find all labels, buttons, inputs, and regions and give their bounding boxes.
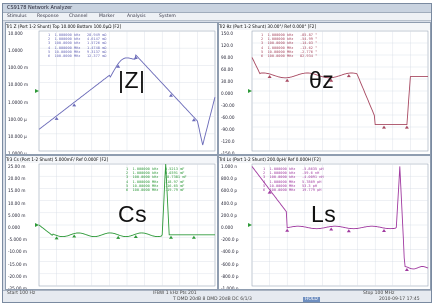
ls-marker-table: 1 1.000000 kHz -5.8635 μH 2 1.000000 kHz … [263,167,324,192]
y-tick-label: 1.0000 [8,48,23,54]
y-tick-label: 30.00 [221,79,233,84]
menu-response[interactable]: Response [37,13,59,20]
ls-trace-header[interactable]: Tr4 Ls (Port 1-2 Shunt) 200.0pH/ Ref 0.0… [219,156,430,163]
y-tick-label: 25.00 m [8,164,26,169]
theta-trace-header[interactable]: Tr2 θz (Port 1-2 Shunt) 30.00°/ Ref 0.00… [219,23,430,30]
reference-arrow [35,89,39,93]
hold-badge: HOLD [303,297,320,302]
marker-readout-row: 3 100.0000 kHz 1.5726 mΩ [48,41,107,46]
theta-panel[interactable]: Tr2 θz (Port 1-2 Shunt) 30.00°/ Ref 0.00… [218,22,431,155]
marker-readout-row: 3 100.0000 kHz -14.03 ° [261,41,318,46]
z-magnitude-panel[interactable]: Tr1 Z (Port 1-2 Shunt) Top 10.000 Bottom… [5,22,218,155]
status-bar: Start 100 Hz IFBW 1 kHz Pts 201 Stop 100… [3,290,431,302]
marker-readout-row: 6 100.0000 MHz -19.79 mF [126,188,185,193]
menu-channel[interactable]: Channel [69,13,87,20]
y-tick-label: 10.000 μ [8,133,27,139]
menu-analysis[interactable]: Analysis [127,13,146,20]
z-marker-table: 1 1.000000 kHz 28.949 mΩ 2 1.000000 kHz 4… [48,33,106,58]
menu-stimulus[interactable]: Stimulus [7,13,27,20]
y-tick-label: 600.0 p [221,188,237,194]
y-tick-label: -400.0 p [221,249,239,255]
ls-header-text: Tr4 Ls (Port 1-2 Shunt) 200.0pH/ Ref 0.0… [219,157,321,162]
y-tick-label: 60.00 [221,67,233,72]
cs-panel[interactable]: Tr3 Cs (Port 1-2 Shunt) 5.000mF/ Ref 0.0… [5,155,218,290]
y-tick-label: -30.00 [221,103,235,108]
y-tick-label: -90.00 [221,127,235,132]
y-tick-label: 150.0 [221,31,233,36]
y-tick-label: 0.000 [221,91,233,96]
y-tick-label: 800.0 p [221,176,237,182]
date-time: 2010-09-17 17:45 [379,297,420,302]
marker-readout-row: 6 100.0000 MHz 12.377 mΩ [48,54,107,59]
z-big-label: |Z| [118,67,146,93]
z-header-text: Tr1 Z (Port 1-2 Shunt) Top 10.000 Bottom… [6,24,122,29]
reference-arrow [248,223,252,227]
menu-bar: Stimulus Response Channel Marker Analysi… [3,13,431,21]
y-tick-label: 100.00 μ [8,116,27,122]
ls-panel[interactable]: Tr4 Ls (Port 1-2 Shunt) 200.0pH/ Ref 0.0… [218,155,431,290]
y-tick-label: 10.00 m [8,200,26,206]
cs-marker-table: 1 1.000000 kHz 5.5213 mF 2 1.000000 kHz 3… [126,167,187,192]
y-tick-label: 90.00 [221,55,233,60]
y-tick-label: 200.0 p [221,212,237,218]
y-tick-label: 400.0 p [221,200,237,206]
title-bar: CS9178 Network Analyzer [3,4,431,13]
cs-big-label: Cs [118,201,148,227]
theta-big-label: θz [309,67,335,93]
y-tick-label: -200.0 p [221,237,239,243]
y-tick-label: -800.0 p [221,273,239,279]
window-title: CS9178 Network Analyzer [7,5,73,11]
marker-readout-row: 6 100.0000 MHz 19.779 pH [263,188,322,193]
y-tick-label: 20.00 m [8,176,26,182]
marker-readout-row: 6 100.0000 MHz 82.934 ° [261,54,318,59]
marker-readout-row: 3 100.0000 kHz -4.0091 nH [263,175,324,180]
y-tick-label: 1.0000 m [8,99,29,105]
y-tick-label: -10.00 m [8,249,27,255]
y-tick-label: 100.00 m [8,65,29,71]
reference-arrow [248,89,252,93]
y-tick-label: -15.00 m [8,261,27,267]
y-tick-label: 120.0 [221,43,233,48]
y-tick-label: 10.000 [8,31,23,36]
menu-marker[interactable]: Marker [99,13,115,20]
reference-arrow [35,223,39,227]
cs-header-text: Tr3 Cs (Port 1-2 Shunt) 5.000mF/ Ref 0.0… [6,157,109,162]
y-tick-label: -20.00 m [8,273,27,279]
y-tick-label: 1.000 n [221,164,237,169]
y-tick-label: 0.000 [8,225,20,230]
menu-system[interactable]: System [159,13,176,20]
y-tick-label: 10.000 m [8,82,29,88]
cs-trace-header[interactable]: Tr3 Cs (Port 1-2 Shunt) 5.000mF/ Ref 0.0… [6,156,217,163]
marker-readout-row: 3 100.0000 kHz -8.7381 mF [126,175,187,180]
y-tick-label: 5.000 m [8,212,26,218]
analyzer-window: CS9178 Network Analyzer Stimulus Respons… [2,3,432,303]
y-tick-label: -120.0 [221,139,235,144]
start-frequency[interactable]: Start 100 Hz [7,291,35,297]
y-tick-label: 0.000 [221,225,233,230]
y-tick-label: 15.00 m [8,188,26,194]
y-tick-label: -5.000 m [8,237,27,243]
y-tick-label: -600.0 p [221,261,239,267]
theta-header-text: Tr2 θz (Port 1-2 Shunt) 30.00°/ Ref 0.00… [219,24,317,29]
channel-status: T DMD 20dB 8 DMD 20dB DC 6/1/3 [173,297,252,302]
y-tick-label: -60.00 [221,115,235,120]
ls-big-label: Ls [311,201,337,227]
z-trace-header[interactable]: Tr1 Z (Port 1-2 Shunt) Top 10.000 Bottom… [6,23,217,30]
theta-marker-table: 1 1.000000 kHz -85.87 ° 2 1.000000 kHz -5… [261,33,317,58]
